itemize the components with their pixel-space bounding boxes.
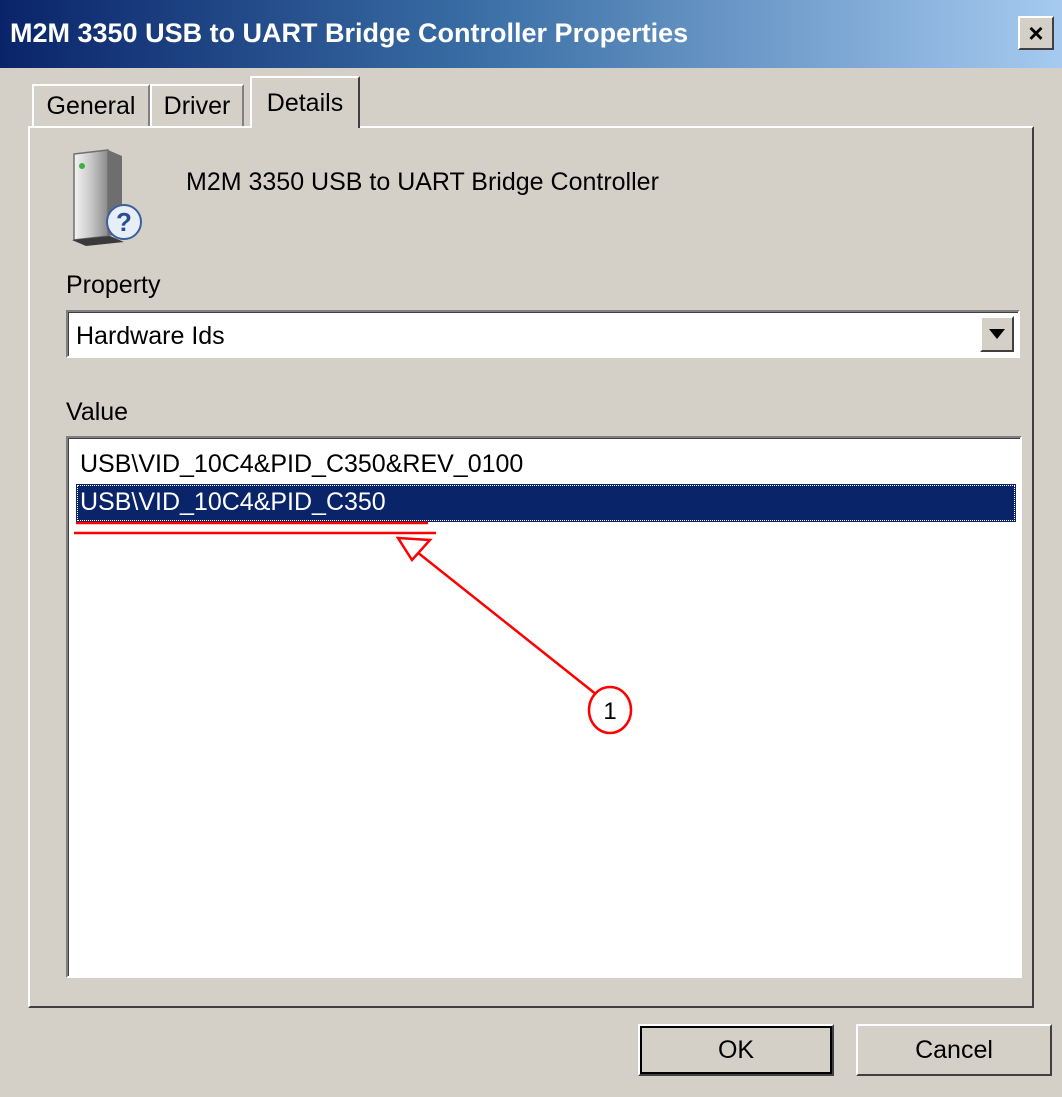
details-panel: ? M2M 3350 USB to UART Bridge Controller… xyxy=(28,126,1034,1008)
svg-text:?: ? xyxy=(116,207,132,237)
chevron-down-icon xyxy=(989,329,1005,339)
window-title: M2M 3350 USB to UART Bridge Controller P… xyxy=(10,18,689,48)
properties-dialog: M2M 3350 USB to UART Bridge Controller P… xyxy=(0,0,1062,1097)
title-bar[interactable]: M2M 3350 USB to UART Bridge Controller P… xyxy=(0,0,1062,68)
property-label: Property xyxy=(66,271,161,299)
tab-driver[interactable]: Driver xyxy=(150,84,244,126)
device-unknown-icon: ? xyxy=(72,149,142,246)
tab-details[interactable]: Details xyxy=(250,76,360,128)
value-list[interactable]: USB\VID_10C4&PID_C350&REV_0100 USB\VID_1… xyxy=(66,436,1022,978)
list-item[interactable]: USB\VID_10C4&PID_C350&REV_0100 xyxy=(76,446,1016,484)
ok-button[interactable]: OK xyxy=(638,1024,834,1076)
close-button[interactable]: × xyxy=(1018,16,1054,50)
property-dropdown[interactable]: Hardware Ids xyxy=(66,310,1020,358)
close-icon: × xyxy=(1028,17,1044,48)
dropdown-button[interactable] xyxy=(980,316,1014,352)
property-selected-value: Hardware Ids xyxy=(76,322,225,350)
device-name: M2M 3350 USB to UART Bridge Controller xyxy=(186,168,659,196)
list-item-selected[interactable]: USB\VID_10C4&PID_C350 xyxy=(76,484,1016,522)
value-label: Value xyxy=(66,398,129,426)
tab-general[interactable]: General xyxy=(32,84,150,126)
cancel-button[interactable]: Cancel xyxy=(856,1024,1052,1076)
